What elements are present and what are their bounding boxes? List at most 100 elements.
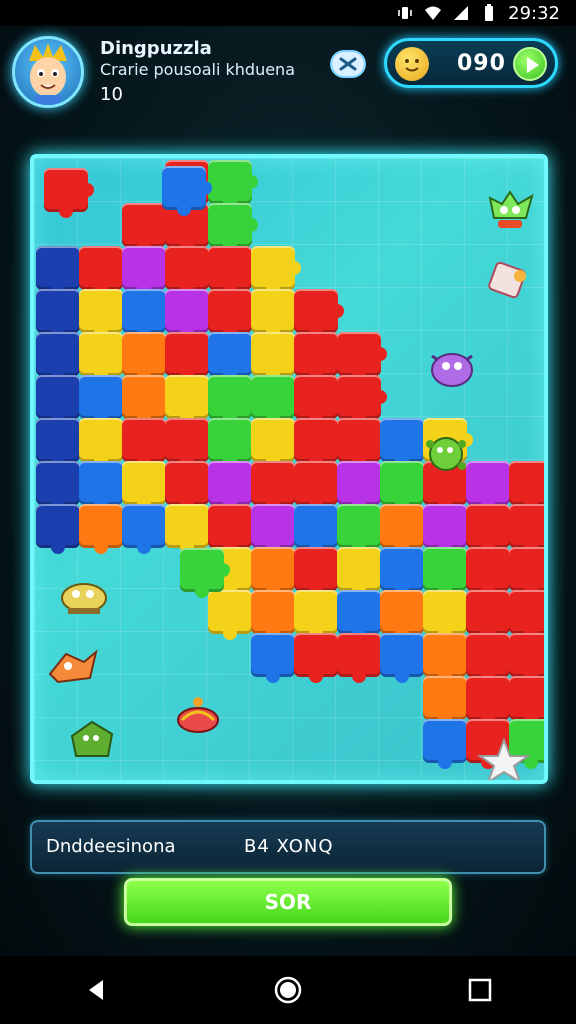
puzzle-piece[interactable]: [79, 332, 129, 382]
puzzle-piece[interactable]: [36, 246, 86, 296]
puzzle-piece[interactable]: [122, 504, 172, 554]
tools-button[interactable]: [330, 50, 366, 78]
puzzle-piece[interactable]: [337, 461, 387, 511]
puzzle-piece[interactable]: [251, 289, 301, 339]
puzzle-board[interactable]: [30, 154, 548, 784]
puzzle-piece[interactable]: [79, 504, 129, 554]
puzzle-piece[interactable]: [423, 719, 473, 769]
puzzle-piece[interactable]: [251, 246, 301, 296]
puzzle-piece[interactable]: [36, 418, 86, 468]
loose-puzzle-piece[interactable]: [162, 166, 212, 216]
puzzle-piece[interactable]: [466, 504, 516, 554]
purple-blob-icon[interactable]: [424, 346, 480, 392]
puzzle-piece[interactable]: [122, 289, 172, 339]
puzzle-piece[interactable]: [466, 633, 516, 683]
puzzle-piece[interactable]: [122, 246, 172, 296]
puzzle-piece[interactable]: [208, 203, 258, 253]
puzzle-piece[interactable]: [251, 375, 301, 425]
puzzle-piece[interactable]: [208, 375, 258, 425]
puzzle-piece[interactable]: [294, 418, 344, 468]
puzzle-piece[interactable]: [122, 332, 172, 382]
puzzle-piece[interactable]: [208, 590, 258, 640]
flying-fox-icon[interactable]: [44, 644, 100, 690]
puzzle-piece[interactable]: [251, 633, 301, 683]
puzzle-piece[interactable]: [509, 676, 544, 726]
puzzle-piece[interactable]: [337, 633, 387, 683]
puzzle-piece[interactable]: [79, 246, 129, 296]
puzzle-piece[interactable]: [36, 504, 86, 554]
yellow-bug-icon[interactable]: [56, 572, 112, 618]
puzzle-piece[interactable]: [337, 504, 387, 554]
green-virus-icon[interactable]: [418, 430, 474, 476]
puzzle-piece[interactable]: [208, 160, 258, 210]
puzzle-piece[interactable]: [79, 289, 129, 339]
puzzle-piece[interactable]: [423, 547, 473, 597]
puzzle-piece[interactable]: [337, 332, 387, 382]
back-button[interactable]: [66, 960, 126, 1020]
puzzle-piece[interactable]: [294, 547, 344, 597]
puzzle-piece[interactable]: [509, 590, 544, 640]
puzzle-piece[interactable]: [509, 461, 544, 511]
puzzle-piece[interactable]: [122, 461, 172, 511]
puzzle-piece[interactable]: [294, 332, 344, 382]
recents-button[interactable]: [450, 960, 510, 1020]
puzzle-piece[interactable]: [208, 246, 258, 296]
puzzle-piece[interactable]: [251, 547, 301, 597]
puzzle-piece[interactable]: [79, 418, 129, 468]
puzzle-piece[interactable]: [36, 332, 86, 382]
puzzle-piece[interactable]: [380, 633, 430, 683]
puzzle-piece[interactable]: [165, 504, 215, 554]
puzzle-piece[interactable]: [122, 375, 172, 425]
puzzle-piece[interactable]: [294, 633, 344, 683]
play-icon[interactable]: [513, 47, 547, 81]
puzzle-piece[interactable]: [466, 590, 516, 640]
puzzle-piece[interactable]: [337, 418, 387, 468]
puzzle-piece[interactable]: [79, 375, 129, 425]
puzzle-piece[interactable]: [36, 375, 86, 425]
puzzle-piece[interactable]: [423, 590, 473, 640]
puzzle-piece[interactable]: [466, 676, 516, 726]
green-creature-icon[interactable]: [64, 716, 120, 762]
puzzle-piece[interactable]: [380, 547, 430, 597]
loose-puzzle-piece[interactable]: [44, 168, 94, 218]
puzzle-piece[interactable]: [509, 547, 544, 597]
puzzle-piece-icon[interactable]: [482, 258, 538, 304]
puzzle-piece[interactable]: [208, 504, 258, 554]
puzzle-piece[interactable]: [294, 375, 344, 425]
puzzle-piece[interactable]: [36, 461, 86, 511]
puzzle-piece[interactable]: [122, 203, 172, 253]
puzzle-piece[interactable]: [251, 590, 301, 640]
puzzle-piece[interactable]: [337, 547, 387, 597]
puzzle-piece[interactable]: [165, 332, 215, 382]
puzzle-piece[interactable]: [380, 590, 430, 640]
puzzle-piece[interactable]: [423, 633, 473, 683]
player-avatar[interactable]: [12, 36, 84, 108]
puzzle-piece[interactable]: [208, 289, 258, 339]
home-button[interactable]: [258, 960, 318, 1020]
puzzle-piece[interactable]: [251, 332, 301, 382]
action-button[interactable]: SOR: [124, 878, 452, 926]
puzzle-piece[interactable]: [165, 418, 215, 468]
puzzle-piece[interactable]: [122, 418, 172, 468]
puzzle-piece[interactable]: [466, 547, 516, 597]
green-monster-icon[interactable]: [482, 188, 538, 234]
puzzle-piece[interactable]: [208, 332, 258, 382]
puzzle-piece[interactable]: [251, 461, 301, 511]
puzzle-piece[interactable]: [509, 504, 544, 554]
puzzle-piece[interactable]: [380, 504, 430, 554]
puzzle-piece[interactable]: [165, 375, 215, 425]
puzzle-piece[interactable]: [251, 418, 301, 468]
puzzle-piece[interactable]: [36, 289, 86, 339]
puzzle-piece[interactable]: [294, 504, 344, 554]
puzzle-piece[interactable]: [165, 289, 215, 339]
puzzle-piece[interactable]: [337, 590, 387, 640]
puzzle-piece[interactable]: [165, 246, 215, 296]
puzzle-piece[interactable]: [423, 504, 473, 554]
puzzle-piece[interactable]: [79, 461, 129, 511]
puzzle-piece[interactable]: [423, 676, 473, 726]
puzzle-piece[interactable]: [294, 461, 344, 511]
star-icon[interactable]: [474, 736, 534, 784]
puzzle-piece[interactable]: [208, 461, 258, 511]
puzzle-piece[interactable]: [165, 461, 215, 511]
puzzle-piece[interactable]: [251, 504, 301, 554]
